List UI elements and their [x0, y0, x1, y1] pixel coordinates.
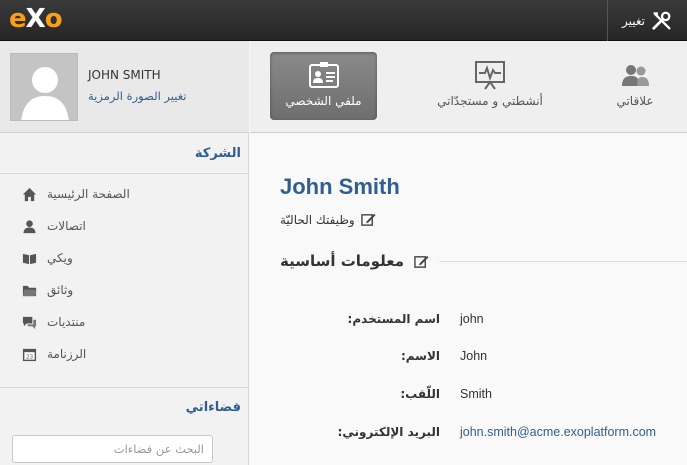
company-section-header[interactable]: الشركة	[0, 134, 249, 174]
company-title: الشركة	[194, 146, 241, 161]
field-value: John	[460, 349, 488, 363]
change-avatar-link[interactable]: تغيير الصورة الرمزية	[88, 89, 186, 103]
person-icon	[23, 219, 36, 233]
sidebar-item-label: منتديات	[47, 315, 86, 329]
spaces-title: فضاءاتي	[185, 400, 241, 415]
sidebar-item-label: الصفحة الرئيسية	[47, 187, 130, 201]
folder-icon	[22, 285, 37, 296]
sidebar-item-label: ويكي	[47, 251, 73, 265]
tab-my-activities[interactable]: أنشطتي و مستجدّاتي	[420, 52, 560, 120]
profile-display-name: John Smith	[280, 174, 400, 199]
sidebar-item-label: الرزنامة	[47, 347, 87, 361]
job-row: وظيفتك الحاليّة	[280, 212, 376, 227]
activity-icon	[475, 61, 505, 90]
calendar-icon: 23	[22, 348, 37, 361]
profile-card-icon	[308, 62, 339, 88]
profile-summary: JOHN SMITH تغيير الصورة الرمزية	[0, 41, 249, 133]
field-label: اسم المستخدم:	[347, 312, 440, 326]
edit-job-icon[interactable]	[360, 212, 376, 227]
home-icon	[22, 187, 37, 201]
field-label: اللّقب:	[400, 387, 440, 401]
basic-info-title: معلومات أساسية	[280, 252, 404, 270]
field-row-first-name: الاسم: John	[250, 349, 687, 369]
tab-label: ملفي الشخصي	[285, 94, 362, 108]
sidebar-item-documents[interactable]: وثائق	[22, 280, 73, 300]
tools-icon	[652, 11, 671, 30]
field-row-username: اسم المستخدم: john	[250, 312, 687, 332]
chat-icon	[22, 316, 37, 329]
user-name[interactable]: JOHN SMITH	[88, 68, 161, 82]
book-icon	[22, 253, 37, 264]
exo-logo[interactable]: eXo	[9, 5, 63, 33]
field-value: Smith	[460, 387, 492, 401]
sidebar-item-label: اتصالات	[47, 219, 86, 233]
sidebar-item-home[interactable]: الصفحة الرئيسية	[22, 184, 130, 204]
spaces-search-input[interactable]	[12, 435, 213, 463]
sidebar-item-forums[interactable]: منتديات	[22, 312, 85, 332]
tab-label: علاقاتي	[616, 94, 654, 108]
field-row-last-name: اللّقب: Smith	[250, 387, 687, 407]
basic-info-header: معلومات أساسية	[280, 252, 687, 270]
edit-button[interactable]: تغيير	[607, 0, 687, 41]
profile-tabs: ملفي الشخصي أنشطتي و مستجدّاتي علاقاتي	[250, 41, 687, 133]
job-label: وظيفتك الحاليّة	[280, 212, 355, 227]
tab-my-profile[interactable]: ملفي الشخصي	[270, 52, 377, 120]
default-avatar-icon	[11, 54, 77, 120]
sidebar-item-connections[interactable]: اتصالات	[22, 216, 86, 236]
spaces-section-header[interactable]: فضاءاتي	[0, 387, 249, 427]
email-link[interactable]: john.smith@acme.exoplatform.com	[460, 425, 656, 439]
sidebar-item-wiki[interactable]: ويكي	[22, 248, 73, 268]
edit-label: تغيير	[622, 13, 645, 28]
field-row-email: البريد الإلكتروني: john.smith@acme.exopl…	[250, 425, 687, 445]
people-icon	[622, 65, 649, 86]
avatar[interactable]	[10, 53, 78, 121]
field-label: البريد الإلكتروني:	[337, 425, 440, 439]
divider	[439, 260, 687, 262]
left-sidebar: JOHN SMITH تغيير الصورة الرمزية الشركة ا…	[0, 41, 249, 465]
field-label: الاسم:	[400, 349, 440, 363]
sidebar-item-calendar[interactable]: 23 الرزنامة	[22, 344, 86, 364]
profile-main: John Smith وظيفتك الحاليّة معلومات أساسي…	[250, 134, 687, 465]
top-navigation-bar: eXo تغيير	[0, 0, 687, 41]
sidebar-item-label: وثائق	[47, 283, 74, 297]
field-value: john	[460, 312, 484, 326]
svg-text:23: 23	[26, 354, 34, 360]
tab-my-connections[interactable]: علاقاتي	[595, 52, 675, 120]
edit-basic-info-icon[interactable]	[414, 254, 429, 269]
tab-label: أنشطتي و مستجدّاتي	[437, 94, 543, 108]
